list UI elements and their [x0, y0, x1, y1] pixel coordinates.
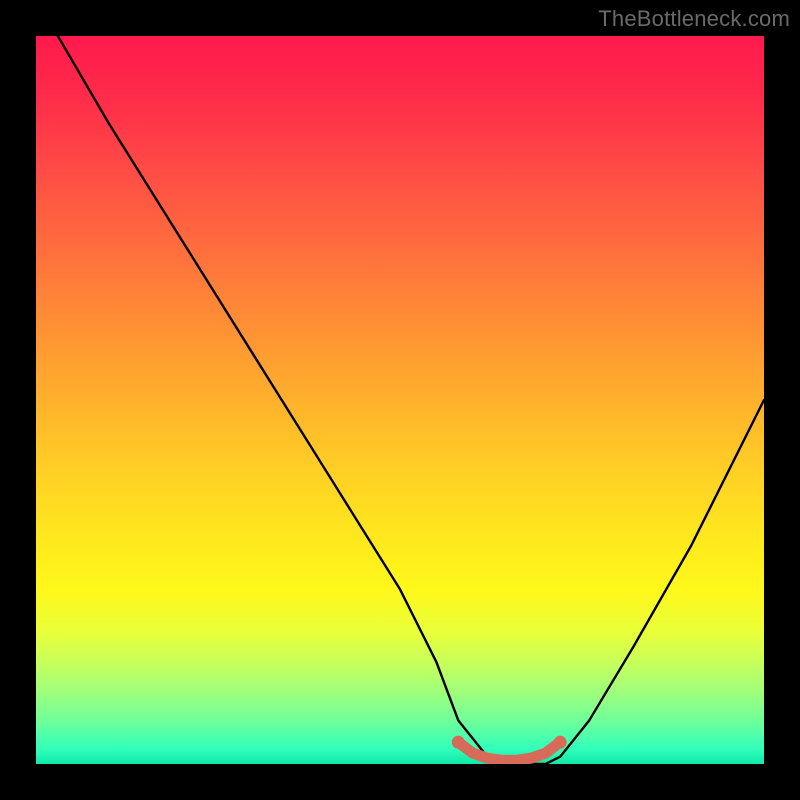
valley-marker-right [554, 736, 567, 749]
bottleneck-curve-path [58, 36, 764, 764]
chart-stage: TheBottleneck.com [0, 0, 800, 800]
valley-marker-left [452, 736, 465, 749]
plot-area [36, 36, 764, 764]
chart-svg [36, 36, 764, 764]
watermark-text: TheBottleneck.com [598, 6, 790, 32]
valley-highlight-path [458, 742, 560, 760]
